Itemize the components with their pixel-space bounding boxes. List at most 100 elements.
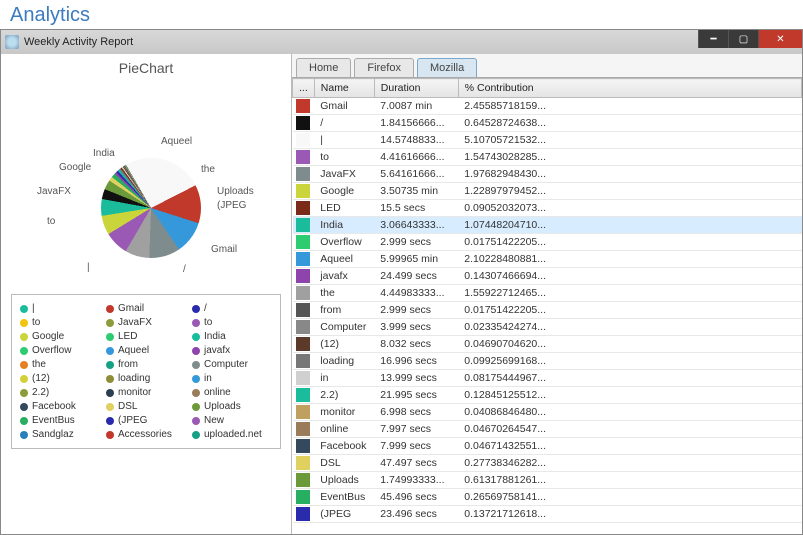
legend-label: Accessories xyxy=(118,429,172,440)
table-row[interactable]: |14.5748833...5.10705721532... xyxy=(293,132,802,149)
legend-item: | xyxy=(20,303,100,314)
legend-swatch xyxy=(192,417,200,425)
table-row[interactable]: the4.44983333...1.55922712465... xyxy=(293,285,802,302)
table-row[interactable]: (JPEG23.496 secs0.13721712618... xyxy=(293,506,802,523)
row-contribution: 2.10228480881... xyxy=(458,251,801,268)
col-color[interactable]: ... xyxy=(293,79,315,98)
row-contribution: 0.04086846480... xyxy=(458,404,801,421)
row-contribution: 0.13721712618... xyxy=(458,506,801,523)
row-color xyxy=(293,234,315,251)
maximize-button[interactable]: ▢ xyxy=(728,30,758,48)
table-row[interactable]: EventBus45.496 secs0.26569758141... xyxy=(293,489,802,506)
close-button[interactable]: ✕ xyxy=(758,30,802,48)
table-row[interactable]: loading16.996 secs0.09925699168... xyxy=(293,353,802,370)
table-row[interactable]: Gmail7.0087 min2.45585718159... xyxy=(293,98,802,115)
minimize-button[interactable]: ━ xyxy=(698,30,728,48)
tab-firefox[interactable]: Firefox xyxy=(354,58,414,77)
row-color xyxy=(293,506,315,523)
legend-label: from xyxy=(118,359,138,370)
legend-label: LED xyxy=(118,331,137,342)
legend-swatch xyxy=(20,333,28,341)
row-color xyxy=(293,472,315,489)
row-contribution: 0.26569758141... xyxy=(458,489,801,506)
table-row[interactable]: DSL47.497 secs0.27738346282... xyxy=(293,455,802,472)
row-color xyxy=(293,115,315,132)
row-duration: 7.999 secs xyxy=(374,438,458,455)
tab-home[interactable]: Home xyxy=(296,58,351,77)
legend-item: Overflow xyxy=(20,345,100,356)
row-contribution: 0.12845125512... xyxy=(458,387,801,404)
legend-label: Overflow xyxy=(32,345,71,356)
table-row[interactable]: Uploads1.74993333...0.61317881261... xyxy=(293,472,802,489)
legend-swatch xyxy=(192,333,200,341)
right-panel: HomeFirefoxMozilla ... Name Duration % C… xyxy=(291,54,802,534)
table-row[interactable]: JavaFX5.64161666...1.97682948430... xyxy=(293,166,802,183)
row-contribution: 0.01751422205... xyxy=(458,234,801,251)
table-row[interactable]: (12)8.032 secs0.04690704620... xyxy=(293,336,802,353)
legend-item: (JPEG xyxy=(106,415,186,426)
legend-item: Computer xyxy=(192,359,272,370)
table-row[interactable]: /1.84156666...0.64528724638... xyxy=(293,115,802,132)
chart-legend: |Gmail/toJavaFXtoGoogleLEDIndiaOverflowA… xyxy=(11,294,281,449)
legend-label: (12) xyxy=(32,373,50,384)
legend-swatch xyxy=(20,347,28,355)
legend-label: EventBus xyxy=(32,415,75,426)
window-title: Weekly Activity Report xyxy=(24,36,133,48)
row-color xyxy=(293,387,315,404)
activity-table-wrap[interactable]: ... Name Duration % Contribution Gmail7.… xyxy=(292,77,802,534)
row-name: Aqueel xyxy=(314,251,374,268)
legend-item: / xyxy=(192,303,272,314)
col-name[interactable]: Name xyxy=(314,79,374,98)
legend-item: DSL xyxy=(106,401,186,412)
legend-swatch xyxy=(106,347,114,355)
table-row[interactable]: Google3.50735 min1.22897979452... xyxy=(293,183,802,200)
titlebar[interactable]: Weekly Activity Report ━ ▢ ✕ xyxy=(1,30,802,54)
legend-item: in xyxy=(192,373,272,384)
col-duration[interactable]: Duration xyxy=(374,79,458,98)
row-contribution: 0.61317881261... xyxy=(458,472,801,489)
legend-label: the xyxy=(32,359,46,370)
table-row[interactable]: Aqueel5.99965 min2.10228480881... xyxy=(293,251,802,268)
legend-item: to xyxy=(20,317,100,328)
table-row[interactable]: to4.41616666...1.54743028285... xyxy=(293,149,802,166)
legend-item: Uploads xyxy=(192,401,272,412)
table-row[interactable]: 2.2)21.995 secs0.12845125512... xyxy=(293,387,802,404)
legend-swatch xyxy=(106,403,114,411)
row-duration: 1.74993333... xyxy=(374,472,458,489)
row-duration: 6.998 secs xyxy=(374,404,458,421)
legend-label: Gmail xyxy=(118,303,144,314)
row-name: from xyxy=(314,302,374,319)
table-row[interactable]: javafx24.499 secs0.14307466694... xyxy=(293,268,802,285)
tab-mozilla[interactable]: Mozilla xyxy=(417,58,477,77)
table-row[interactable]: Facebook7.999 secs0.04671432551... xyxy=(293,438,802,455)
table-row[interactable]: Computer3.999 secs0.02335424274... xyxy=(293,319,802,336)
legend-label: loading xyxy=(118,373,150,384)
table-row[interactable]: monitor6.998 secs0.04086846480... xyxy=(293,404,802,421)
table-row[interactable]: online7.997 secs0.04670264547... xyxy=(293,421,802,438)
table-row[interactable]: India3.06643333...1.07448204710... xyxy=(293,217,802,234)
table-row[interactable]: Overflow2.999 secs0.01751422205... xyxy=(293,234,802,251)
row-contribution: 0.02335424274... xyxy=(458,319,801,336)
legend-swatch xyxy=(20,361,28,369)
row-contribution: 0.09925699168... xyxy=(458,353,801,370)
row-duration: 3.06643333... xyxy=(374,217,458,234)
table-row[interactable]: from2.999 secs0.01751422205... xyxy=(293,302,802,319)
legend-item: loading xyxy=(106,373,186,384)
col-contribution[interactable]: % Contribution xyxy=(458,79,801,98)
row-contribution: 1.22897979452... xyxy=(458,183,801,200)
row-name: Uploads xyxy=(314,472,374,489)
row-name: javafx xyxy=(314,268,374,285)
row-duration: 5.64161666... xyxy=(374,166,458,183)
row-color xyxy=(293,370,315,387)
app-window: Weekly Activity Report ━ ▢ ✕ PieChart Aq… xyxy=(0,29,803,535)
legend-swatch xyxy=(192,347,200,355)
legend-label: | xyxy=(32,303,35,314)
row-color xyxy=(293,132,315,149)
row-contribution: 0.64528724638... xyxy=(458,115,801,132)
table-row[interactable]: LED15.5 secs0.09052032073... xyxy=(293,200,802,217)
legend-item: Gmail xyxy=(106,303,186,314)
table-row[interactable]: in13.999 secs0.08175444967... xyxy=(293,370,802,387)
row-name: | xyxy=(314,132,374,149)
legend-item: Aqueel xyxy=(106,345,186,356)
pie-label: / xyxy=(183,264,186,275)
